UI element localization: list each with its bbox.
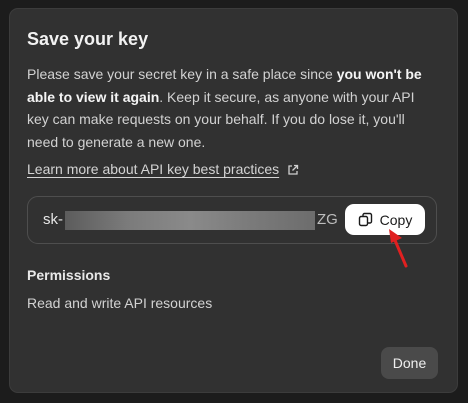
secret-key-field[interactable]: sk- ZG Copy	[27, 196, 437, 244]
copy-icon	[358, 212, 373, 227]
secret-key-redaction	[65, 211, 315, 230]
external-link-icon	[287, 163, 299, 175]
learn-more-link[interactable]: Learn more about API key best practices	[27, 161, 299, 177]
permissions-heading: Permissions	[27, 267, 111, 283]
copy-button[interactable]: Copy	[345, 204, 425, 235]
dialog-description: Please save your secret key in a safe pl…	[27, 63, 437, 153]
secret-key-prefix: sk-	[43, 211, 63, 228]
learn-more-label: Learn more about API key best practices	[27, 161, 280, 177]
save-key-dialog: Save your key Please save your secret ke…	[9, 8, 458, 393]
permissions-value: Read and write API resources	[27, 295, 213, 311]
description-part1: Please save your secret key in a safe pl…	[27, 66, 337, 82]
dialog-title: Save your key	[27, 29, 149, 49]
secret-key-suffix: ZG	[317, 211, 338, 228]
done-button[interactable]: Done	[381, 347, 438, 379]
copy-button-label: Copy	[379, 211, 413, 228]
